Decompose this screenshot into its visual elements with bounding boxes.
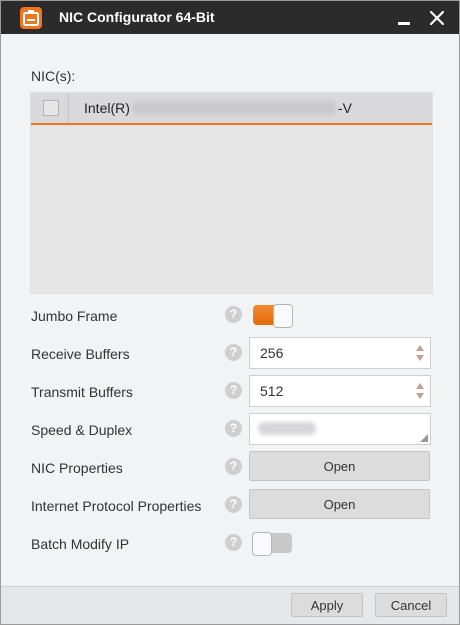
- nic-configurator-window: NIC Configurator 64-Bit NIC(s): Intel(R)…: [0, 0, 460, 625]
- toggle-knob: [273, 304, 293, 328]
- stepper-down-icon[interactable]: [414, 391, 426, 402]
- dropdown-corner-icon: [420, 434, 428, 442]
- batch-modify-ip-label: Batch Modify IP: [31, 536, 130, 552]
- nic-properties-label: NIC Properties: [31, 460, 123, 476]
- window-title: NIC Configurator 64-Bit: [59, 9, 215, 25]
- nic-name: Intel(R) -V: [84, 100, 352, 116]
- jumbo-frame-label: Jumbo Frame: [31, 308, 118, 324]
- stepper-up-icon[interactable]: [414, 342, 426, 353]
- nic-row-divider: [68, 93, 69, 123]
- transmit-buffers-label: Transmit Buffers: [31, 384, 133, 400]
- speed-duplex-select[interactable]: [249, 413, 431, 445]
- stepper-down-icon[interactable]: [414, 353, 426, 364]
- internet-protocol-open-button[interactable]: Open: [249, 489, 430, 519]
- receive-buffers-value: 256: [260, 345, 284, 361]
- nic-list-item[interactable]: Intel(R) -V: [31, 93, 432, 125]
- app-logo-icon: [20, 7, 42, 29]
- apply-button[interactable]: Apply: [291, 593, 363, 617]
- nic-name-suffix: -V: [337, 100, 352, 116]
- nic-properties-help-icon[interactable]: ?: [225, 458, 242, 475]
- dialog-footer: Apply Cancel: [1, 586, 459, 624]
- close-icon[interactable]: [425, 5, 449, 31]
- nic-name-obscured: [131, 101, 336, 115]
- toggle-knob: [252, 532, 272, 556]
- receive-buffers-stepper[interactable]: 256: [249, 337, 431, 369]
- nic-name-prefix: Intel(R): [84, 100, 130, 116]
- nic-list-label: NIC(s):: [31, 68, 76, 84]
- stepper-up-icon[interactable]: [414, 380, 426, 391]
- transmit-buffers-help-icon[interactable]: ?: [225, 382, 242, 399]
- nic-list[interactable]: Intel(R) -V: [30, 92, 433, 294]
- speed-duplex-label: Speed & Duplex: [31, 422, 133, 438]
- nic-properties-open-button[interactable]: Open: [249, 451, 430, 481]
- internet-protocol-help-icon[interactable]: ?: [225, 496, 242, 513]
- internet-protocol-properties-label: Internet Protocol Properties: [31, 498, 202, 514]
- receive-buffers-label: Receive Buffers: [31, 346, 130, 362]
- title-bar[interactable]: NIC Configurator 64-Bit: [1, 1, 459, 34]
- transmit-buffers-stepper[interactable]: 512: [249, 375, 431, 407]
- jumbo-frame-help-icon[interactable]: ?: [225, 306, 242, 323]
- batch-modify-ip-toggle[interactable]: [252, 532, 292, 556]
- speed-duplex-help-icon[interactable]: ?: [225, 420, 242, 437]
- batch-modify-ip-help-icon[interactable]: ?: [225, 534, 242, 551]
- transmit-buffers-value: 512: [260, 383, 284, 399]
- cancel-button[interactable]: Cancel: [375, 593, 447, 617]
- speed-duplex-value-obscured: [258, 422, 316, 435]
- minimize-icon[interactable]: [392, 5, 416, 31]
- nic-select-checkbox[interactable]: [43, 100, 59, 116]
- jumbo-frame-toggle[interactable]: [253, 304, 293, 328]
- receive-buffers-help-icon[interactable]: ?: [225, 344, 242, 361]
